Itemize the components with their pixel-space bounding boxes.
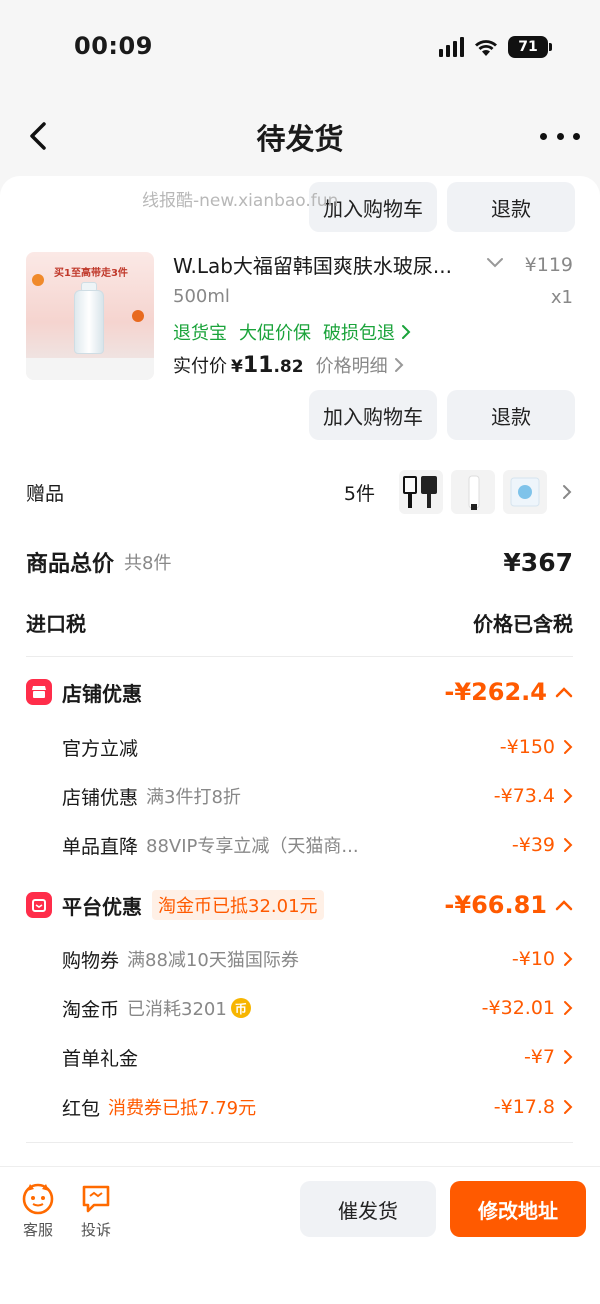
status-icons: 71 bbox=[439, 36, 552, 58]
chevron-down-icon[interactable] bbox=[486, 254, 504, 273]
tax-value: 价格已含税 bbox=[473, 611, 573, 636]
product-title[interactable]: W.Lab大福留韩国爽肤水玻尿... bbox=[173, 250, 452, 279]
battery-icon: 71 bbox=[508, 36, 552, 58]
chevron-right-icon bbox=[564, 1050, 573, 1064]
product-price: ¥119 bbox=[524, 254, 573, 276]
chevron-up-icon bbox=[555, 900, 573, 911]
complain-icon bbox=[82, 1185, 110, 1213]
shop-icon bbox=[26, 679, 52, 705]
more-dot-icon bbox=[540, 132, 547, 140]
gift-label: 赠品 bbox=[26, 482, 65, 505]
discount-item-red-packet[interactable]: 红包 消费券已抵7.79元 -¥17.8 bbox=[62, 1092, 573, 1122]
product-image-banner: 买1至高带走3件 bbox=[54, 268, 128, 279]
total-row: 商品总价 共8件 ¥367 bbox=[26, 542, 573, 582]
platform-discount-header[interactable]: 平台优惠 淘金币已抵32.01元 -¥66.81 bbox=[26, 887, 573, 923]
shop-discount-header[interactable]: 店铺优惠 -¥262.4 bbox=[26, 674, 573, 710]
nav-bar: 待发货 bbox=[0, 96, 600, 176]
discount-item-shop[interactable]: 店铺优惠 满3件打8折 -¥73.4 bbox=[62, 781, 573, 811]
signal-icon bbox=[439, 37, 464, 57]
gift-count: 5件 bbox=[343, 482, 375, 505]
page-title: 待发货 bbox=[256, 122, 344, 156]
status-time: 00:09 bbox=[74, 32, 153, 60]
total-value: ¥367 bbox=[503, 547, 573, 577]
discount-item-coins[interactable]: 淘金币 已消耗3201 币 -¥32.01 bbox=[62, 993, 573, 1023]
total-count: 共8件 bbox=[124, 553, 172, 574]
complain-button[interactable]: 投诉 bbox=[76, 1181, 116, 1240]
chevron-right-icon bbox=[564, 789, 573, 803]
chevron-right-icon bbox=[394, 358, 404, 372]
chevron-right-icon bbox=[564, 1100, 573, 1114]
platform-icon bbox=[26, 892, 52, 918]
divider bbox=[26, 1142, 573, 1143]
add-to-cart-button[interactable]: 加入购物车 bbox=[309, 390, 437, 440]
shop-discount-title: 店铺优惠 bbox=[62, 681, 142, 706]
gift-thumb-mirror bbox=[399, 470, 443, 514]
chevron-right-icon bbox=[563, 485, 572, 499]
gift-thumb-tube bbox=[451, 470, 495, 514]
discount-item-first-order[interactable]: 首单礼金 -¥7 bbox=[62, 1042, 573, 1072]
platform-discount-badge: 淘金币已抵32.01元 bbox=[152, 890, 324, 920]
gift-thumb-mask bbox=[503, 470, 547, 514]
refund-button[interactable]: 退款 bbox=[447, 390, 575, 440]
service-tags[interactable]: 退货宝 大促价保 破损包退 bbox=[173, 319, 411, 345]
tag-price-protect: 大促价保 bbox=[239, 323, 311, 344]
service-icon bbox=[22, 1183, 54, 1215]
chevron-right-icon bbox=[564, 952, 573, 966]
chevron-right-icon bbox=[564, 740, 573, 754]
price-detail-link[interactable]: 价格明细 bbox=[316, 352, 388, 378]
discount-item-coupon[interactable]: 购物券 满88减10天猫国际券 -¥10 bbox=[62, 944, 573, 974]
platform-discount-title: 平台优惠 bbox=[62, 894, 142, 919]
tag-return: 退货宝 bbox=[173, 323, 227, 344]
remind-ship-button[interactable]: 催发货 bbox=[300, 1181, 436, 1237]
wifi-icon bbox=[474, 38, 498, 56]
chevron-right-icon bbox=[564, 1001, 573, 1015]
gift-row[interactable]: 赠品 5件 bbox=[26, 470, 573, 514]
product-image[interactable]: 买1至高带走3件 bbox=[26, 252, 154, 380]
shop-discount-amount: -¥262.4 bbox=[444, 678, 547, 706]
chevron-up-icon bbox=[555, 687, 573, 698]
paid-label: 实付价 bbox=[173, 356, 227, 377]
customer-service-button[interactable]: 客服 bbox=[18, 1181, 58, 1240]
chevron-right-icon bbox=[402, 325, 411, 339]
total-label: 商品总价 bbox=[26, 552, 115, 577]
more-button[interactable] bbox=[540, 120, 580, 152]
paid-amount: ¥11.82 bbox=[231, 353, 304, 378]
tax-row: 进口税 价格已含税 bbox=[26, 606, 573, 638]
bottom-action-bar: 客服 投诉 催发货 修改地址 bbox=[0, 1166, 600, 1304]
refund-button-prev[interactable]: 退款 bbox=[447, 182, 575, 232]
paid-price-row: 实付价 ¥11.82 价格明细 bbox=[173, 352, 404, 378]
modify-address-button[interactable]: 修改地址 bbox=[450, 1181, 586, 1237]
tax-label: 进口税 bbox=[26, 611, 86, 636]
tag-damage-return: 破损包退 bbox=[323, 323, 395, 344]
chevron-right-icon bbox=[564, 838, 573, 852]
discount-item-official[interactable]: 官方立减 -¥150 bbox=[62, 732, 573, 762]
discount-item-single[interactable]: 单品直降 88VIP专享立减（天猫商... -¥39 bbox=[62, 830, 573, 860]
divider bbox=[26, 656, 573, 657]
platform-discount-amount: -¥66.81 bbox=[444, 891, 547, 919]
status-bar: 00:09 71 bbox=[0, 0, 600, 96]
bottle-graphic bbox=[74, 290, 104, 354]
coin-icon: 币 bbox=[230, 998, 251, 1018]
watermark: 线报酷-new.xianbao.fun bbox=[142, 191, 339, 211]
product-spec: 500ml bbox=[173, 286, 230, 307]
product-quantity: x1 bbox=[550, 287, 573, 308]
